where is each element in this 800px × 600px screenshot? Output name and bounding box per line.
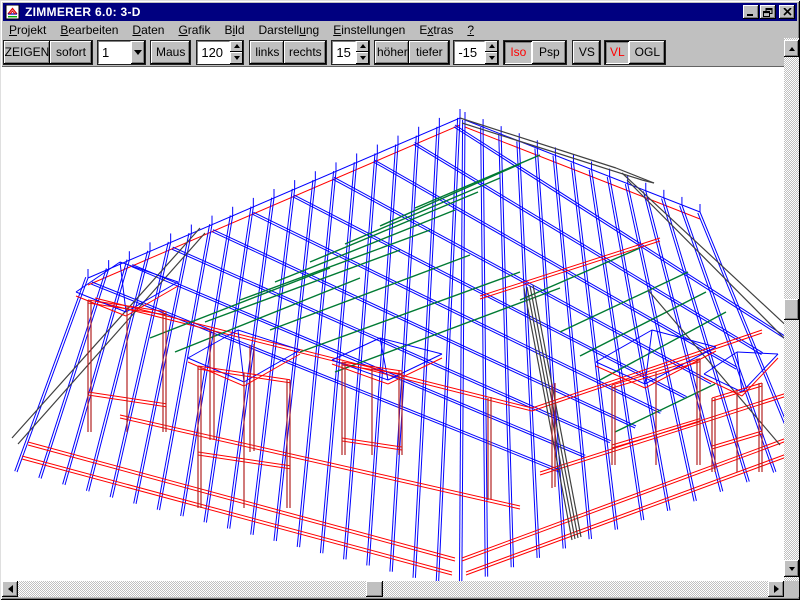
scroll-left-button[interactable] xyxy=(2,581,18,597)
menu-item-7[interactable]: Extras xyxy=(412,22,460,38)
maus-button[interactable]: Maus xyxy=(151,41,190,64)
height-spin-down[interactable] xyxy=(485,52,498,64)
scroll-down-button[interactable] xyxy=(784,560,799,577)
close-button[interactable] xyxy=(779,5,795,19)
menu-item-2[interactable]: Daten xyxy=(125,22,171,38)
sofort-button[interactable]: sofort xyxy=(50,41,92,64)
spin-up-icon xyxy=(489,44,495,48)
layer-select-value[interactable]: 1 xyxy=(98,41,131,64)
close-icon xyxy=(783,8,792,16)
spin-up-icon xyxy=(360,44,366,48)
hoeher-button[interactable]: höher xyxy=(375,41,409,64)
rotate-spin-down[interactable] xyxy=(230,52,243,64)
render-mode-group: VL OGL xyxy=(604,40,666,65)
restore-icon xyxy=(763,8,773,17)
menu-item-4[interactable]: Bild xyxy=(217,22,251,38)
vs-toggle[interactable]: VS xyxy=(573,41,600,64)
restore-button[interactable] xyxy=(760,5,776,19)
drawing-canvas[interactable] xyxy=(2,67,784,581)
tilt-spin-down[interactable] xyxy=(356,52,369,64)
links-button[interactable]: links xyxy=(250,41,284,64)
roof-wireframe xyxy=(2,67,784,581)
horizontal-scrollbar[interactable] xyxy=(2,581,784,597)
horizontal-scroll-thumb[interactable] xyxy=(366,581,383,597)
tiefer-button[interactable]: tiefer xyxy=(409,41,449,64)
vertical-scrollbar[interactable] xyxy=(784,38,799,581)
iso-toggle[interactable]: Iso xyxy=(504,41,532,64)
tilt-buttons-group: höher tiefer xyxy=(374,40,450,65)
minimize-icon xyxy=(746,8,756,17)
scroll-up-icon xyxy=(789,47,795,51)
window-title: ZIMMERER 6.0: 3-D xyxy=(25,5,141,19)
tilt-spin-up[interactable] xyxy=(356,41,369,53)
vl-toggle[interactable]: VL xyxy=(605,41,629,64)
tilt-spinner: 15 xyxy=(331,40,370,65)
scroll-up-button[interactable] xyxy=(784,40,799,57)
menu-item-0[interactable]: Projekt xyxy=(2,22,53,38)
title-bar: ZIMMERER 6.0: 3-D xyxy=(3,3,797,21)
menu-item-6[interactable]: Einstellungen xyxy=(326,22,412,38)
maus-group: Maus xyxy=(150,40,191,65)
tilt-value-field[interactable]: 15 xyxy=(332,41,356,64)
scroll-right-icon xyxy=(774,585,779,593)
scroll-down-icon xyxy=(789,567,795,571)
rotate-buttons-group: links rechts xyxy=(249,40,327,65)
layer-combo-group: 1 xyxy=(97,40,146,65)
rechts-button[interactable]: rechts xyxy=(284,41,326,64)
toolbar: ZEIGEN sofort 1 Maus 120 links rechts 15 xyxy=(2,38,784,67)
menu-item-5[interactable]: Darstellung xyxy=(252,22,327,38)
app-icon xyxy=(5,5,21,20)
layer-combo-button[interactable] xyxy=(131,41,145,64)
scroll-left-icon xyxy=(8,585,13,593)
vs-group: VS xyxy=(572,40,601,65)
menu-item-8[interactable]: ? xyxy=(460,22,481,38)
spin-up-icon xyxy=(234,44,240,48)
app-window: ZIMMERER 6.0: 3-D ProjektBearbeitenDate xyxy=(0,0,800,600)
psp-toggle[interactable]: Psp xyxy=(532,41,566,64)
rotate-spin-up[interactable] xyxy=(230,41,243,53)
rotate-spinner: 120 xyxy=(196,40,244,65)
menu-bar: ProjektBearbeitenDatenGrafikBildDarstell… xyxy=(2,22,798,38)
height-spinner: -15 xyxy=(453,40,499,65)
height-value-field[interactable]: -15 xyxy=(454,41,485,64)
menu-item-3[interactable]: Grafik xyxy=(171,22,217,38)
scroll-right-button[interactable] xyxy=(768,581,784,597)
height-spin-up[interactable] xyxy=(485,41,498,53)
minimize-button[interactable] xyxy=(743,5,759,19)
scrollbar-corner xyxy=(784,581,799,597)
zeigen-button[interactable]: ZEIGEN xyxy=(4,41,50,64)
vertical-scroll-thumb[interactable] xyxy=(784,299,799,320)
menu-item-1[interactable]: Bearbeiten xyxy=(53,22,125,38)
show-group: ZEIGEN sofort xyxy=(3,40,93,65)
spin-down-icon xyxy=(489,56,495,60)
spin-down-icon xyxy=(360,56,366,60)
projection-group: Iso Psp xyxy=(503,40,567,65)
chevron-down-icon xyxy=(134,50,142,55)
spin-down-icon xyxy=(234,56,240,60)
rotate-value-field[interactable]: 120 xyxy=(197,41,230,64)
ogl-toggle[interactable]: OGL xyxy=(629,41,665,64)
